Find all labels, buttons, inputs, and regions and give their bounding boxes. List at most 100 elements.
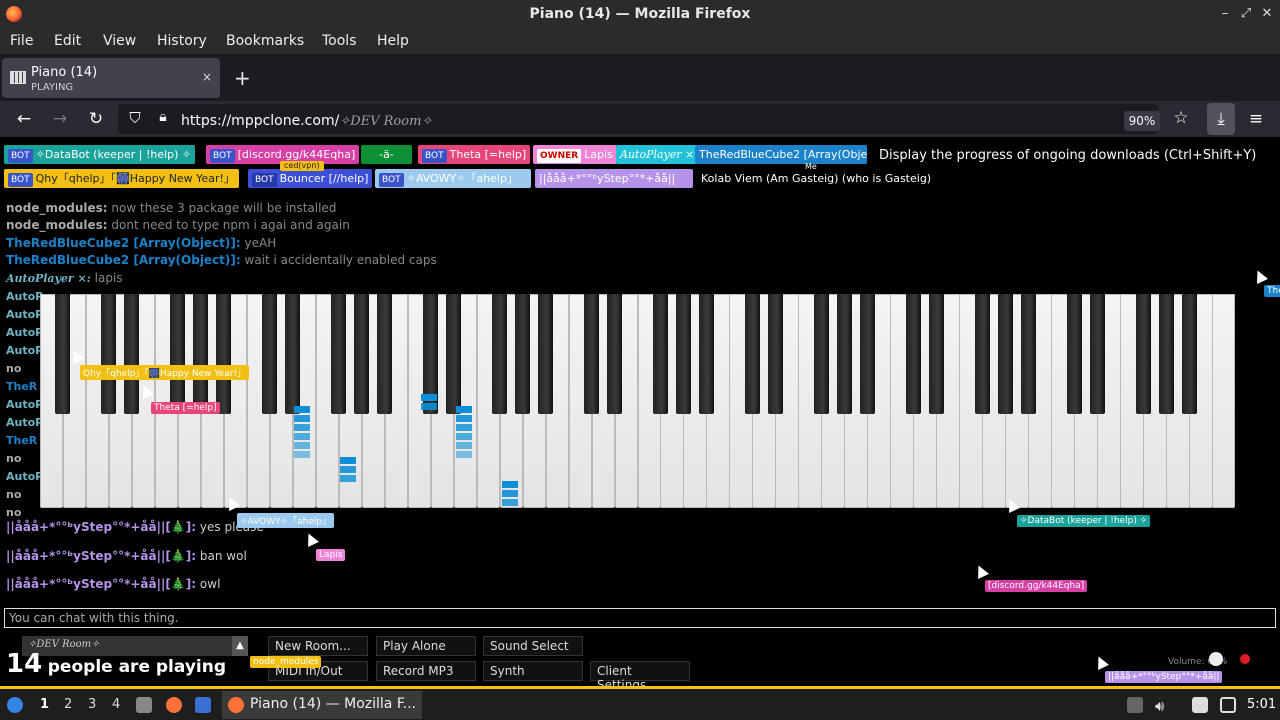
terminal-icon[interactable] xyxy=(195,697,211,713)
firefox-launcher-icon[interactable] xyxy=(166,697,182,713)
user-chip-fancy[interactable]: ||ååå+*°°ᵇyStep°°*+åå|| xyxy=(535,169,693,188)
user-chip-redblue[interactable]: TheRedBlueCube2 [Array(Obje xyxy=(695,145,867,164)
black-key[interactable] xyxy=(1020,294,1036,414)
user-chip-autoplayer[interactable]: AutoPlayer × xyxy=(616,145,699,164)
menu-bookmarks[interactable]: Bookmarks xyxy=(226,33,304,49)
menu-edit[interactable]: Edit xyxy=(54,33,81,49)
note-marker xyxy=(456,406,472,413)
black-key[interactable] xyxy=(767,294,783,414)
black-key[interactable] xyxy=(859,294,875,414)
new-room-button[interactable]: New Room... xyxy=(268,636,368,656)
hamburger-menu-icon[interactable]: ≡ xyxy=(1245,109,1267,129)
black-key[interactable] xyxy=(905,294,921,414)
user-chip-qhy[interactable]: BOT Qhy「qhelp」「🎆Happy New Year!」 xyxy=(4,169,239,188)
reload-icon[interactable]: ↻ xyxy=(85,109,107,129)
tab-close-icon[interactable]: × xyxy=(202,70,212,84)
user-chip-bouncer[interactable]: BOT Bouncer [//help] xyxy=(248,169,373,188)
cursor-label-edge: The xyxy=(1264,285,1280,297)
note-marker xyxy=(456,415,472,422)
display-icon[interactable] xyxy=(1220,697,1236,713)
maximize-icon[interactable]: ⤢ xyxy=(1237,5,1255,23)
synth-button[interactable]: Synth xyxy=(483,661,583,681)
black-key[interactable] xyxy=(997,294,1013,414)
minimize-icon[interactable]: – xyxy=(1216,5,1234,23)
black-key[interactable] xyxy=(515,294,531,414)
black-key[interactable] xyxy=(1135,294,1151,414)
player-count: 14 people are playing xyxy=(6,649,227,679)
piano-keyboard[interactable] xyxy=(40,294,1236,508)
menu-help[interactable]: Help xyxy=(377,33,409,49)
new-tab-button[interactable]: + xyxy=(234,66,251,90)
user-chip-lapis[interactable]: OWNER Lapis xyxy=(533,145,617,164)
black-key[interactable] xyxy=(262,294,278,414)
black-key[interactable] xyxy=(607,294,623,414)
black-key[interactable] xyxy=(170,294,186,414)
black-key[interactable] xyxy=(354,294,370,414)
file-manager-icon[interactable] xyxy=(136,697,152,713)
window-title: Piano (14) — Mozilla Firefox xyxy=(529,6,751,22)
black-key[interactable] xyxy=(928,294,944,414)
black-key[interactable] xyxy=(744,294,760,414)
workspace-4[interactable]: 4 xyxy=(112,697,120,712)
url-bar[interactable]: ⛉ 🔒︎ https://mppclone.com/✧DEV Room✧ 90%… xyxy=(118,104,1189,134)
black-key[interactable] xyxy=(101,294,117,414)
menu-view[interactable]: View xyxy=(103,33,136,49)
black-key[interactable] xyxy=(1181,294,1197,414)
black-key[interactable] xyxy=(584,294,600,414)
black-key[interactable] xyxy=(331,294,347,414)
shield-icon[interactable]: ⛉ xyxy=(124,109,146,127)
back-icon[interactable]: ← xyxy=(13,109,35,129)
black-key[interactable] xyxy=(1089,294,1105,414)
black-key[interactable] xyxy=(813,294,829,414)
tab-bar: Piano (14) PLAYING × + xyxy=(0,54,1280,101)
black-key[interactable] xyxy=(193,294,209,414)
black-key[interactable] xyxy=(377,294,393,414)
black-key[interactable] xyxy=(675,294,691,414)
speaker-icon[interactable]: 🔊︎ xyxy=(1155,697,1164,715)
black-key[interactable] xyxy=(216,294,232,414)
volume-knob-icon[interactable] xyxy=(1209,652,1223,666)
black-key[interactable] xyxy=(974,294,990,414)
menu-history[interactable]: History xyxy=(157,33,207,49)
menu-tools[interactable]: Tools xyxy=(322,33,357,49)
black-key[interactable] xyxy=(446,294,462,414)
black-key[interactable] xyxy=(698,294,714,414)
workspace-3[interactable]: 3 xyxy=(88,697,96,712)
system-menu-icon[interactable] xyxy=(7,697,23,713)
sound-select-button[interactable]: Sound Select xyxy=(483,636,583,656)
record-mp3-button[interactable]: Record MP3 xyxy=(376,661,476,681)
taskbar-firefox-window[interactable]: Piano (14) — Mozilla F... xyxy=(222,691,422,719)
menu-file[interactable]: File xyxy=(10,33,33,49)
chat-input[interactable]: You can chat with this thing. xyxy=(4,608,1276,628)
black-key[interactable] xyxy=(124,294,140,414)
note-marker xyxy=(294,433,310,440)
bookmark-star-icon[interactable]: ☆ xyxy=(1170,108,1192,128)
user-chip-databot[interactable]: BOT ✧DataBot (keeper | !help) ✧ xyxy=(4,145,196,164)
black-key[interactable] xyxy=(538,294,554,414)
clipboard-icon[interactable] xyxy=(1192,697,1208,713)
black-key[interactable] xyxy=(836,294,852,414)
black-key[interactable] xyxy=(1158,294,1174,414)
white-key[interactable] xyxy=(1212,294,1236,508)
black-key[interactable] xyxy=(285,294,301,414)
tab-piano[interactable]: Piano (14) PLAYING × xyxy=(2,58,220,98)
close-window-icon[interactable]: ✕ xyxy=(1258,5,1276,23)
downloads-button[interactable]: ⤓ xyxy=(1207,103,1235,135)
bot-badge: BOT xyxy=(422,149,447,163)
zoom-level[interactable]: 90% xyxy=(1124,111,1160,131)
client-settings-button[interactable]: Client Settings xyxy=(590,661,690,686)
black-key[interactable] xyxy=(652,294,668,414)
black-key[interactable] xyxy=(1066,294,1082,414)
user-chip-avowy[interactable]: BOT ✧AVOWY✧「ahelp」 xyxy=(375,169,531,188)
black-key[interactable] xyxy=(492,294,508,414)
user-chip-dash[interactable]: -ä- xyxy=(361,145,412,164)
workspace-2[interactable]: 2 xyxy=(64,697,72,712)
forward-icon[interactable]: → xyxy=(49,109,71,129)
url-text[interactable]: https://mppclone.com/✧DEV Room✧ xyxy=(181,113,432,129)
play-alone-button[interactable]: Play Alone xyxy=(376,636,476,656)
tray-app-icon[interactable] xyxy=(1127,697,1143,713)
clock[interactable]: 5:01 xyxy=(1247,697,1276,712)
workspace-1[interactable]: 1 xyxy=(40,697,49,712)
lock-icon[interactable]: 🔒︎ xyxy=(152,109,174,125)
user-chip-theta[interactable]: BOT Theta [=help] xyxy=(418,145,531,164)
